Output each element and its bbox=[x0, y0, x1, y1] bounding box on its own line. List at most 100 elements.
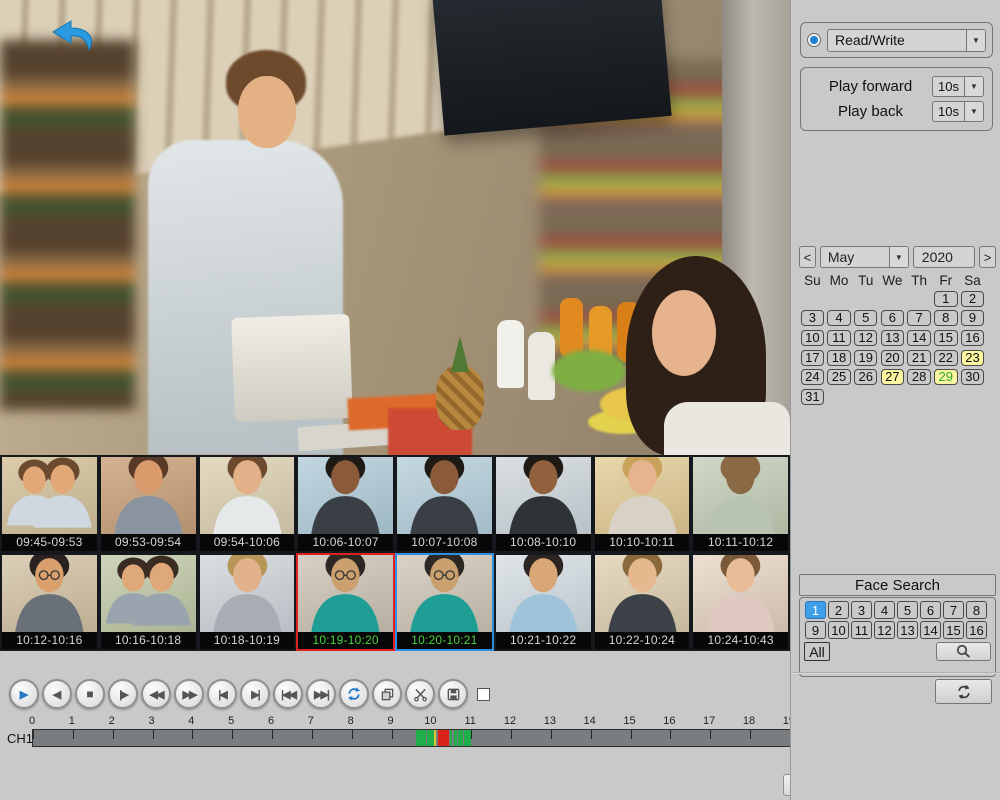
channel-button-14[interactable]: 14 bbox=[920, 621, 941, 639]
calendar-day-31[interactable]: 31 bbox=[801, 389, 825, 405]
channel-button-7[interactable]: 7 bbox=[943, 601, 964, 619]
channel-button-15[interactable]: 15 bbox=[943, 621, 964, 639]
save-button[interactable] bbox=[438, 679, 468, 709]
calendar-day-29[interactable]: 29 bbox=[934, 369, 958, 385]
calendar-day-22[interactable]: 22 bbox=[934, 350, 958, 366]
face-thumbnail[interactable]: 10:11-10:12 bbox=[691, 455, 790, 553]
face-thumbnail[interactable]: 09:45-09:53 bbox=[0, 455, 99, 553]
all-channels-button[interactable]: All bbox=[804, 642, 830, 661]
day-of-week-label: Su bbox=[799, 273, 826, 288]
refresh-button[interactable] bbox=[935, 679, 992, 704]
calendar-day-14[interactable]: 14 bbox=[907, 330, 931, 346]
calendar-day-12[interactable]: 12 bbox=[854, 330, 878, 346]
calendar-day-6[interactable]: 6 bbox=[881, 310, 905, 326]
calendar-next-button[interactable]: > bbox=[979, 246, 996, 268]
back-icon[interactable] bbox=[50, 18, 98, 59]
channel-button-11[interactable]: 11 bbox=[851, 621, 872, 639]
calendar-day-20[interactable]: 20 bbox=[881, 350, 905, 366]
loop-button[interactable] bbox=[339, 679, 369, 709]
channel-button-13[interactable]: 13 bbox=[897, 621, 918, 639]
copy-button[interactable] bbox=[372, 679, 402, 709]
next-frame-button[interactable]: ▶| bbox=[240, 679, 270, 709]
calendar-day-21[interactable]: 21 bbox=[907, 350, 931, 366]
calendar-day-10[interactable]: 10 bbox=[801, 330, 825, 346]
calendar-day-18[interactable]: 18 bbox=[827, 350, 851, 366]
face-thumbnail[interactable]: 10:10-10:11 bbox=[593, 455, 692, 553]
calendar-day-8[interactable]: 8 bbox=[934, 310, 958, 326]
channel-button-3[interactable]: 3 bbox=[851, 601, 872, 619]
calendar-day-13[interactable]: 13 bbox=[881, 330, 905, 346]
face-thumbnail[interactable]: 10:18-10:19 bbox=[198, 553, 297, 651]
chevron-down-icon[interactable]: ▼ bbox=[889, 247, 908, 267]
play-back-select[interactable]: 10s ▼ bbox=[932, 101, 984, 122]
thumbnail-timestamp: 10:22-10:24 bbox=[595, 632, 690, 649]
calendar-day-19[interactable]: 19 bbox=[854, 350, 878, 366]
rewind-button[interactable]: ◀◀ bbox=[141, 679, 171, 709]
calendar-day-11[interactable]: 11 bbox=[827, 330, 851, 346]
face-thumbnail[interactable]: 10:19-10:20 bbox=[296, 553, 395, 651]
sync-checkbox[interactable] bbox=[477, 688, 490, 701]
cut-button[interactable] bbox=[405, 679, 435, 709]
calendar-day-17[interactable]: 17 bbox=[801, 350, 825, 366]
calendar-day-27[interactable]: 27 bbox=[881, 369, 905, 385]
channel-button-16[interactable]: 16 bbox=[966, 621, 987, 639]
calendar-day-30[interactable]: 30 bbox=[961, 369, 985, 385]
face-thumbnail[interactable]: 10:20-10:21 bbox=[395, 553, 494, 651]
channel-button-8[interactable]: 8 bbox=[966, 601, 987, 619]
fast-forward-button[interactable]: ▶▶ bbox=[174, 679, 204, 709]
prev-file-button[interactable]: |◀◀ bbox=[273, 679, 303, 709]
face-search-button[interactable] bbox=[936, 642, 991, 661]
face-thumbnail[interactable]: 10:12-10:16 bbox=[0, 553, 99, 651]
calendar-day-5[interactable]: 5 bbox=[854, 310, 878, 326]
face-thumbnail[interactable]: 10:06-10:07 bbox=[296, 455, 395, 553]
face-thumbnail[interactable]: 10:08-10:10 bbox=[494, 455, 593, 553]
thumbnail-timestamp: 10:12-10:16 bbox=[2, 632, 97, 649]
calendar-day-7[interactable]: 7 bbox=[907, 310, 931, 326]
face-thumbnail[interactable]: 10:24-10:43 bbox=[691, 553, 790, 651]
chevron-down-icon[interactable]: ▼ bbox=[964, 77, 983, 96]
hour-label: 7 bbox=[308, 715, 314, 727]
calendar-day-26[interactable]: 26 bbox=[854, 369, 878, 385]
face-thumbnail[interactable]: 10:07-10:08 bbox=[395, 455, 494, 553]
channel-button-4[interactable]: 4 bbox=[874, 601, 895, 619]
calendar-day-25[interactable]: 25 bbox=[827, 369, 851, 385]
channel-button-12[interactable]: 12 bbox=[874, 621, 895, 639]
chevron-down-icon[interactable]: ▼ bbox=[966, 30, 985, 51]
next-file-button[interactable]: ▶▶| bbox=[306, 679, 336, 709]
calendar-day-24[interactable]: 24 bbox=[801, 369, 825, 385]
reverse-play-button[interactable]: ◀ bbox=[42, 679, 72, 709]
play-forward-select[interactable]: 10s ▼ bbox=[932, 76, 984, 97]
face-thumbnail[interactable]: 09:54-10:06 bbox=[198, 455, 297, 553]
calendar-day-15[interactable]: 15 bbox=[934, 330, 958, 346]
calendar-day-28[interactable]: 28 bbox=[907, 369, 931, 385]
calendar-month-select[interactable]: May ▼ bbox=[820, 246, 909, 268]
channel-button-2[interactable]: 2 bbox=[828, 601, 849, 619]
calendar-day-4[interactable]: 4 bbox=[827, 310, 851, 326]
face-thumbnail[interactable]: 10:16-10:18 bbox=[99, 553, 198, 651]
face-thumbnail[interactable]: 10:22-10:24 bbox=[593, 553, 692, 651]
channel-button-9[interactable]: 9 bbox=[805, 621, 826, 639]
channel-button-5[interactable]: 5 bbox=[897, 601, 918, 619]
prev-frame-button[interactable]: |◀ bbox=[207, 679, 237, 709]
record-mode-select[interactable]: Read/Write ▼ bbox=[827, 29, 986, 52]
chevron-down-icon[interactable]: ▼ bbox=[964, 102, 983, 121]
face-thumbnail[interactable]: 10:21-10:22 bbox=[494, 553, 593, 651]
calendar-day-2[interactable]: 2 bbox=[961, 291, 985, 307]
calendar-day-1[interactable]: 1 bbox=[934, 291, 958, 307]
channel-button-6[interactable]: 6 bbox=[920, 601, 941, 619]
calendar-day-9[interactable]: 9 bbox=[961, 310, 985, 326]
play-button[interactable]: ▶ bbox=[9, 679, 39, 709]
calendar-year-field[interactable]: 2020 bbox=[913, 246, 975, 268]
face-thumbnail[interactable]: 09:53-09:54 bbox=[99, 455, 198, 553]
channel-button-1[interactable]: 1 bbox=[805, 601, 826, 619]
record-mode-radio[interactable] bbox=[807, 33, 821, 47]
channel-button-10[interactable]: 10 bbox=[828, 621, 849, 639]
stop-button[interactable]: ■ bbox=[75, 679, 105, 709]
calendar-day-3[interactable]: 3 bbox=[801, 310, 825, 326]
search-icon bbox=[955, 643, 972, 660]
calendar-day-16[interactable]: 16 bbox=[961, 330, 985, 346]
frame-step-button[interactable]: |▶ bbox=[108, 679, 138, 709]
calendar-day-23[interactable]: 23 bbox=[961, 350, 985, 366]
right-panel: Read/Write ▼ Play forward 10s ▼ Play bac… bbox=[790, 0, 1000, 800]
calendar-prev-button[interactable]: < bbox=[799, 246, 816, 268]
